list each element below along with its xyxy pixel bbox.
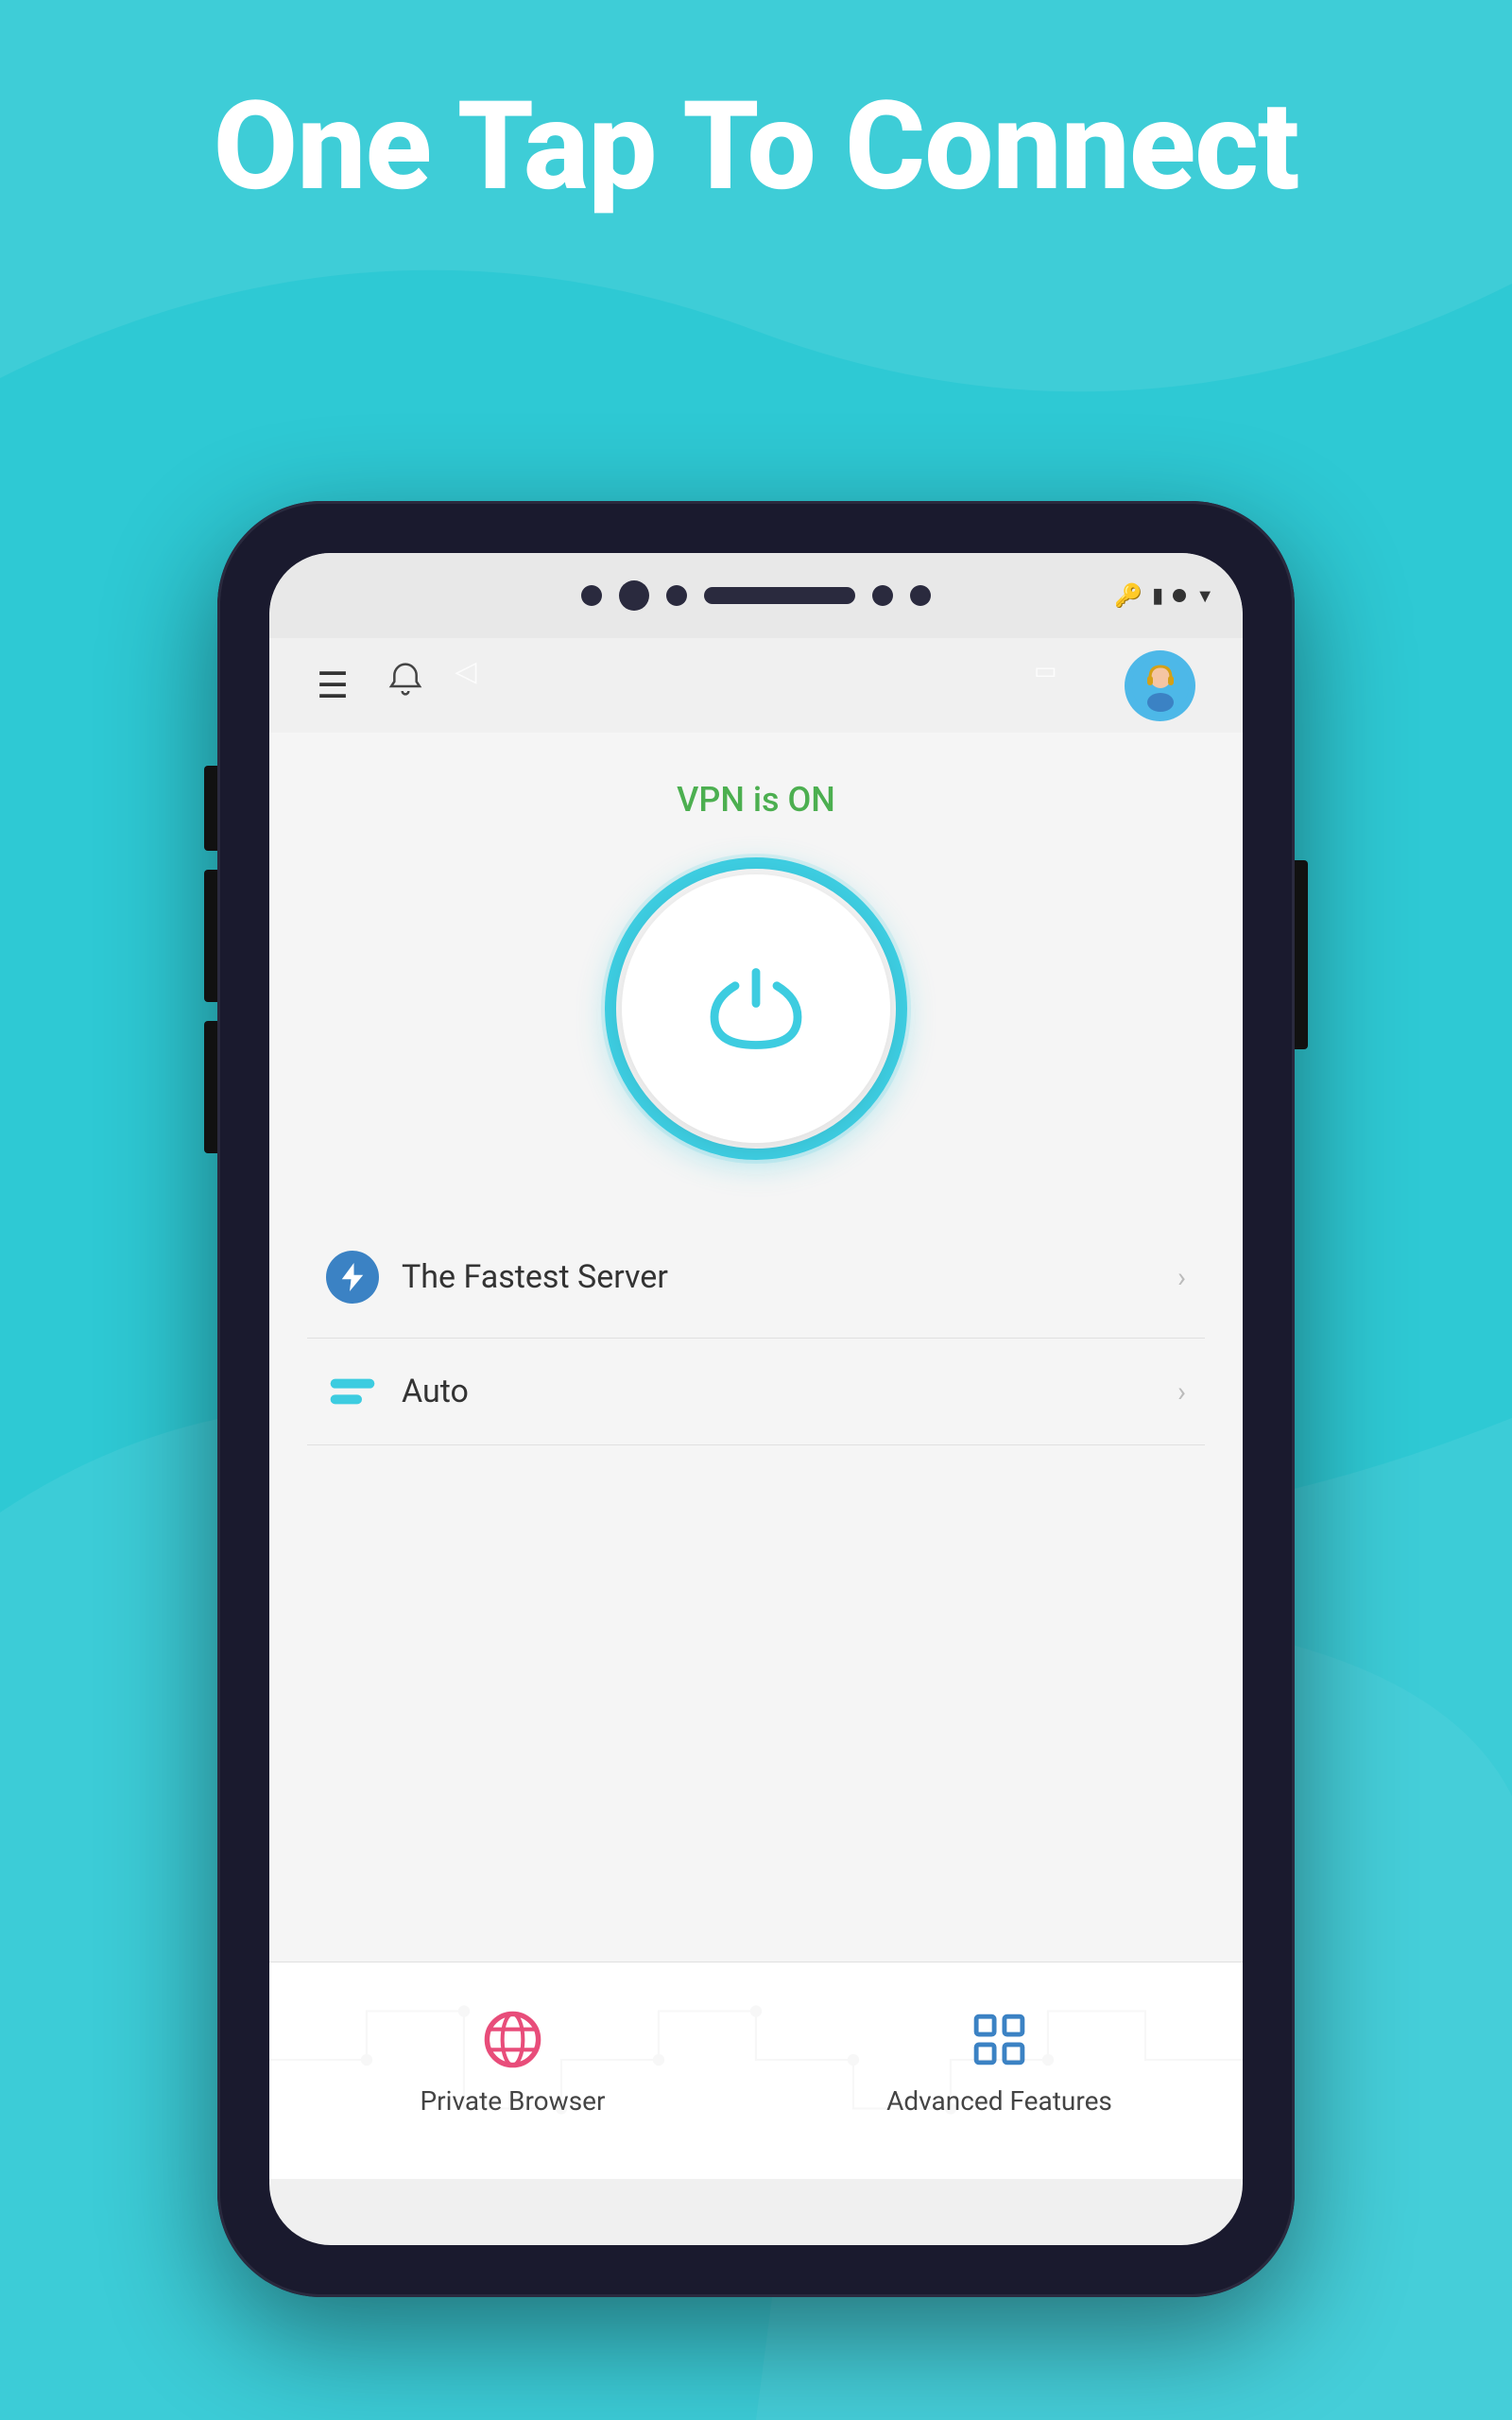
recents-button[interactable]: ▭ [1034,657,1057,685]
fastest-server-row[interactable]: The Fastest Server › [307,1217,1205,1339]
hero-title: One Tap To Connect [0,76,1512,217]
server-options: The Fastest Server › Auto › [269,1217,1243,1445]
volume-up-button [204,766,217,851]
power-symbol-icon [704,957,808,1061]
camera-dot-right [910,585,931,606]
phone-mockup: 🔑 ▮ ▼ ☰ [217,501,1295,2297]
back-button[interactable]: ◁ [455,655,476,688]
volume-down-button [204,870,217,1002]
power-button [1295,860,1308,1049]
server-chevron-icon: › [1177,1261,1186,1294]
protocol-label: Auto [402,1373,1155,1410]
server-lightning-icon [326,1251,379,1304]
camera-button [204,1021,217,1153]
speaker-grille [704,587,855,604]
front-camera [619,580,649,611]
wifi-icon: ▼ [1195,584,1214,608]
notification-bell-icon[interactable] [387,661,424,711]
fastest-server-label: The Fastest Server [402,1258,1155,1296]
bottom-navigation: Private Browser Advanced Featu [269,1962,1243,2179]
vpn-key-icon: 🔑 [1114,582,1143,609]
avatar[interactable] [1125,650,1195,721]
signal-icon: ▮ [1152,584,1163,608]
camera-dot-mid [666,585,687,606]
camera-area [581,580,931,611]
vpn-power-button[interactable] [605,857,907,1160]
protocol-chevron-icon: › [1177,1375,1186,1409]
phone-screen: 🔑 ▮ ▼ ☰ [269,553,1243,2245]
power-inner [622,874,890,1143]
vpn-status-text: VPN is ON [677,780,835,820]
wifi-dot [1173,589,1186,602]
hamburger-menu-icon[interactable]: ☰ [317,665,349,707]
app-bar: ☰ [269,638,1243,733]
phone-shell: 🔑 ▮ ▼ ☰ [217,501,1295,2297]
app-bar-left: ☰ [317,661,424,711]
camera-dot-left [581,585,602,606]
sensor-dot [872,585,893,606]
status-bar: 🔑 ▮ ▼ [1086,553,1243,638]
protocol-icon [326,1377,379,1406]
notch-bar: 🔑 ▮ ▼ [269,553,1243,638]
protocol-row[interactable]: Auto › [307,1339,1205,1445]
screen-content: ☰ [269,638,1243,2179]
